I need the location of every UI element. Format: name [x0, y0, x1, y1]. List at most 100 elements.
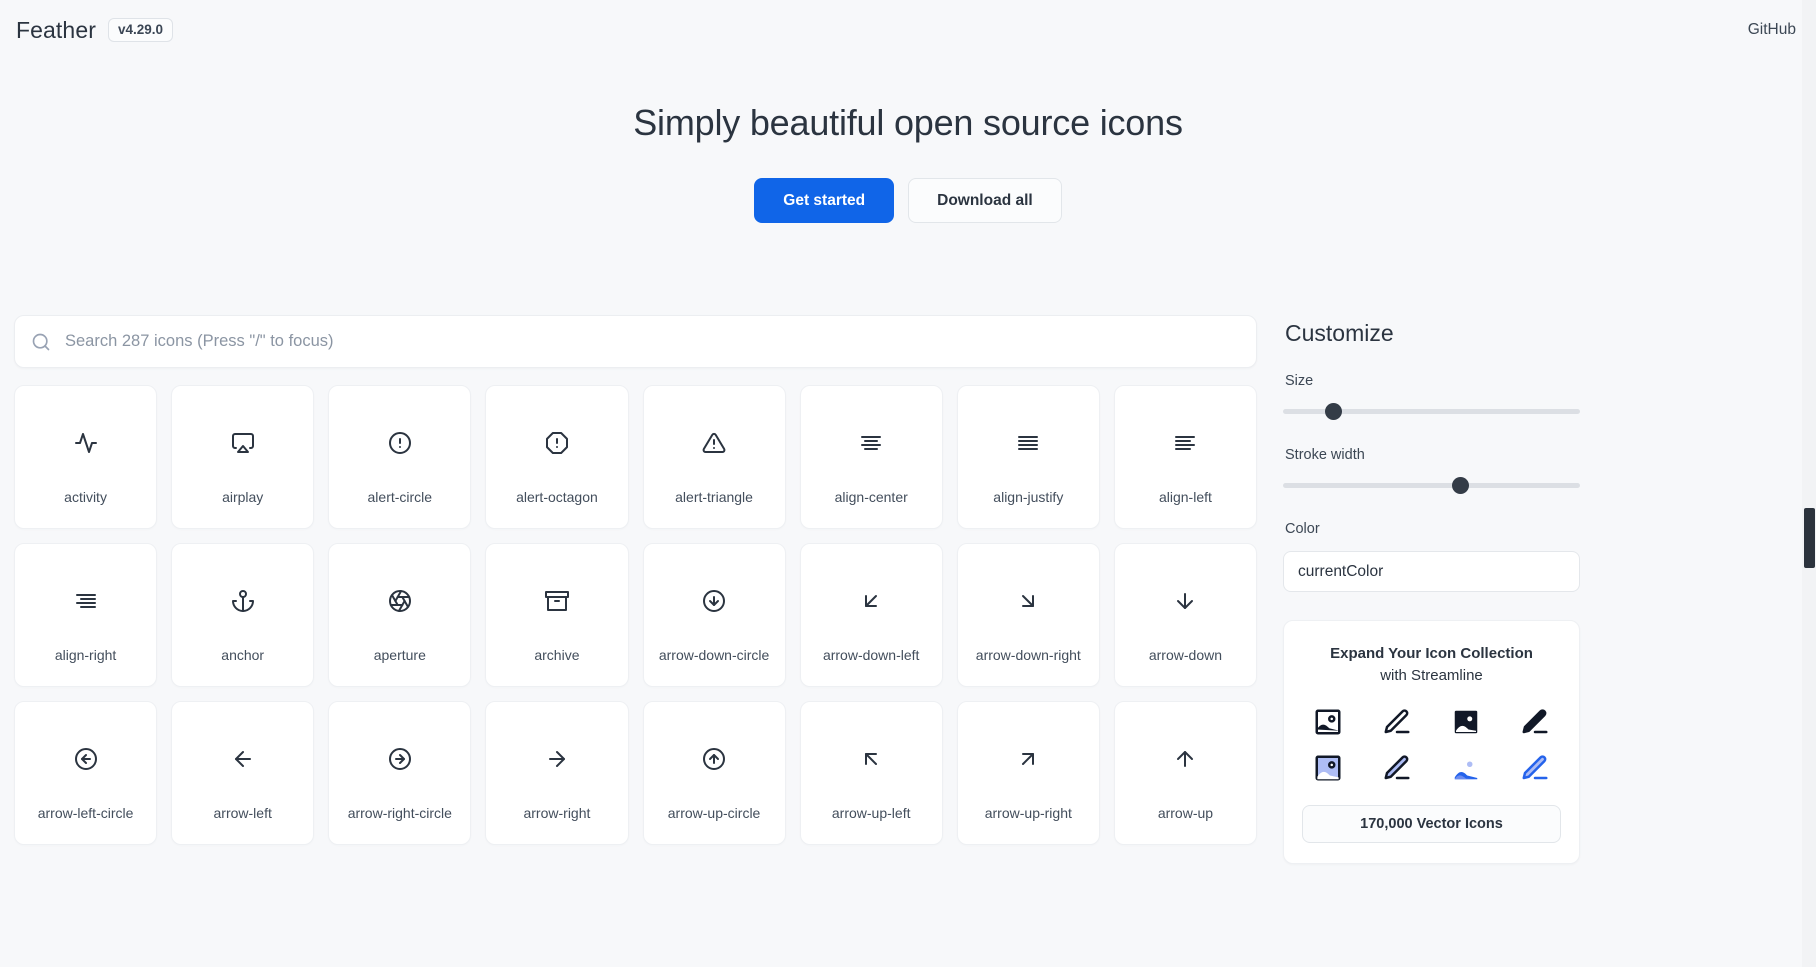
image-color-icon [1451, 753, 1481, 783]
icon-card-anchor[interactable]: anchor [171, 543, 314, 687]
get-started-button[interactable]: Get started [754, 178, 894, 223]
color-label: Color [1285, 521, 1580, 537]
arrow-down-left-icon [859, 568, 883, 634]
icon-card-alert-triangle[interactable]: alert-triangle [643, 385, 786, 529]
stroke-width-slider[interactable] [1283, 477, 1580, 495]
align-justify-icon [1016, 410, 1040, 476]
icon-card-aperture[interactable]: aperture [328, 543, 471, 687]
size-slider[interactable] [1283, 403, 1580, 421]
github-link[interactable]: GitHub [1748, 21, 1796, 39]
download-all-button[interactable]: Download all [908, 178, 1062, 223]
icon-card-arrow-up[interactable]: arrow-up [1114, 701, 1257, 845]
activity-icon [74, 410, 98, 476]
header-nav: GitHub [1748, 21, 1796, 39]
icon-card-arrow-down-circle[interactable]: arrow-down-circle [643, 543, 786, 687]
hero-actions: Get started Download all [0, 178, 1816, 223]
arrow-right-circle-icon [388, 726, 412, 792]
icon-card-align-right[interactable]: align-right [14, 543, 157, 687]
icon-card-align-left[interactable]: align-left [1114, 385, 1257, 529]
icon-card-align-center[interactable]: align-center [800, 385, 943, 529]
icon-card-arrow-up-circle[interactable]: arrow-up-circle [643, 701, 786, 845]
icon-label: arrow-down-circle [659, 648, 769, 662]
icon-label: align-center [835, 490, 908, 504]
promo-title: Expand Your Icon Collection [1302, 643, 1561, 665]
icon-label: airplay [222, 490, 263, 504]
vector-icons-button[interactable]: 170,000 Vector Icons [1302, 805, 1561, 843]
stroke-width-label: Stroke width [1285, 447, 1580, 463]
promo-subtitle: with Streamline [1302, 665, 1561, 687]
version-badge: v4.29.0 [108, 18, 173, 43]
brand[interactable]: Feather v4.29.0 [16, 17, 173, 44]
pencil-color-icon [1520, 753, 1550, 783]
icon-label: alert-triangle [675, 490, 753, 504]
search-bar[interactable] [14, 315, 1257, 368]
stroke-slider-thumb[interactable] [1452, 477, 1469, 494]
alert-octagon-icon [545, 410, 569, 476]
arrow-up-circle-icon [702, 726, 726, 792]
arrow-left-icon [231, 726, 255, 792]
icon-card-arrow-right[interactable]: arrow-right [485, 701, 628, 845]
icon-label: archive [534, 648, 579, 662]
page-scrollbar[interactable] [1802, 0, 1816, 967]
arrow-up-left-icon [859, 726, 883, 792]
icon-card-activity[interactable]: activity [14, 385, 157, 529]
icon-label: alert-octagon [516, 490, 598, 504]
icon-card-archive[interactable]: archive [485, 543, 628, 687]
icon-label: arrow-left [214, 806, 272, 820]
icon-label: align-left [1159, 490, 1212, 504]
airplay-icon [231, 410, 255, 476]
pencil-outline-icon [1382, 707, 1412, 737]
search-input[interactable] [51, 331, 1240, 352]
icon-card-align-justify[interactable]: align-justify [957, 385, 1100, 529]
pencil-tinted-icon [1382, 753, 1412, 783]
icon-card-arrow-right-circle[interactable]: arrow-right-circle [328, 701, 471, 845]
arrow-up-right-icon [1016, 726, 1040, 792]
customize-panel: Customize Size Stroke width Color Expand… [1283, 315, 1580, 967]
color-input[interactable] [1283, 551, 1580, 592]
icon-card-alert-circle[interactable]: alert-circle [328, 385, 471, 529]
arrow-down-right-icon [1016, 568, 1040, 634]
icon-label: arrow-right-circle [348, 806, 452, 820]
anchor-icon [231, 568, 255, 634]
icon-label: arrow-down [1149, 648, 1222, 662]
icon-browser: activity airplay alert-circle alert-octa… [14, 315, 1257, 967]
icon-grid: activity airplay alert-circle alert-octa… [14, 385, 1257, 845]
streamline-promo-card[interactable]: Expand Your Icon Collection with Streaml… [1283, 620, 1580, 864]
image-tinted-icon [1313, 753, 1343, 783]
icon-card-arrow-down-left[interactable]: arrow-down-left [800, 543, 943, 687]
icon-label: anchor [221, 648, 264, 662]
icon-label: arrow-up-right [985, 806, 1072, 820]
content-area: activity airplay alert-circle alert-octa… [0, 315, 1816, 967]
icon-card-arrow-left-circle[interactable]: arrow-left-circle [14, 701, 157, 845]
arrow-right-icon [545, 726, 569, 792]
icon-label: arrow-left-circle [38, 806, 134, 820]
alert-triangle-icon [702, 410, 726, 476]
search-icon [31, 332, 51, 352]
icon-label: align-right [55, 648, 116, 662]
hero-section: Simply beautiful open source icons Get s… [0, 100, 1816, 223]
arrow-down-icon [1173, 568, 1197, 634]
icon-card-alert-octagon[interactable]: alert-octagon [485, 385, 628, 529]
image-filled-icon [1451, 707, 1481, 737]
arrow-down-circle-icon [702, 568, 726, 634]
arrow-up-icon [1173, 726, 1197, 792]
pencil-filled-icon [1520, 707, 1550, 737]
aperture-icon [388, 568, 412, 634]
icon-label: arrow-right [523, 806, 590, 820]
icon-card-arrow-left[interactable]: arrow-left [171, 701, 314, 845]
icon-card-airplay[interactable]: airplay [171, 385, 314, 529]
align-right-icon [74, 568, 98, 634]
page-scrollbar-thumb[interactable] [1804, 508, 1815, 568]
icon-card-arrow-up-left[interactable]: arrow-up-left [800, 701, 943, 845]
icon-label: aperture [374, 648, 426, 662]
icon-card-arrow-up-right[interactable]: arrow-up-right [957, 701, 1100, 845]
icon-card-arrow-down-right[interactable]: arrow-down-right [957, 543, 1100, 687]
icon-card-arrow-down[interactable]: arrow-down [1114, 543, 1257, 687]
image-outline-icon [1313, 707, 1343, 737]
icon-label: alert-circle [368, 490, 433, 504]
brand-name: Feather [16, 17, 96, 44]
icon-label: activity [64, 490, 107, 504]
icon-label: arrow-up [1158, 806, 1213, 820]
size-slider-thumb[interactable] [1325, 403, 1342, 420]
alert-circle-icon [388, 410, 412, 476]
